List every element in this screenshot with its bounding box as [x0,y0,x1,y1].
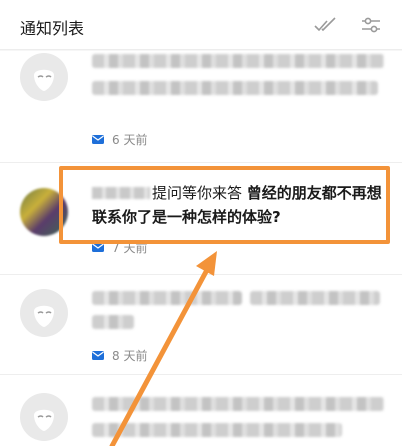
blurred-text [92,81,378,95]
avatar [20,393,68,441]
blurred-text [92,397,384,411]
page-title: 通知列表 [20,19,85,38]
blurred-text [250,291,380,305]
blurred-text [92,315,134,329]
mail-icon [92,135,104,144]
notification-item[interactable]: 6 天前 [0,51,402,163]
default-avatar-icon [34,305,54,327]
mail-icon [92,351,104,360]
filter-icon[interactable] [360,14,382,36]
blurred-text [92,423,342,437]
mark-all-read-icon[interactable] [314,14,336,36]
mail-icon [92,243,104,252]
notification-meta: 6 天前 [92,131,147,148]
avatar [20,289,68,337]
notification-item[interactable]: 8 天前 [0,275,402,375]
default-avatar-icon [34,409,54,431]
blurred-text [92,291,242,305]
default-avatar-icon [34,69,54,91]
notification-time: 6 天前 [112,133,148,147]
notification-item[interactable] [0,375,402,446]
notification-meta: 8 天前 [92,347,147,364]
top-bar: 通知列表 [0,0,402,50]
blurred-text [92,54,384,68]
highlight-box [59,166,390,244]
avatar [20,53,68,101]
notification-time: 8 天前 [112,349,148,363]
